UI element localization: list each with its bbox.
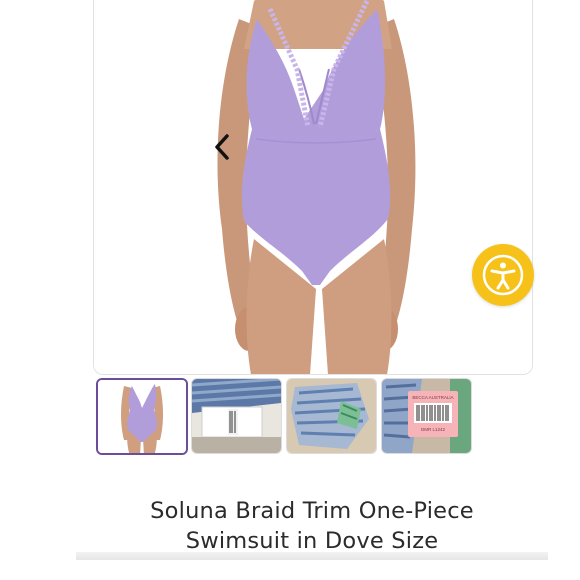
section-divider (76, 552, 548, 560)
thumbnail-strip: BECCA AUSTRALIA DMR L1242 (96, 378, 496, 456)
chevron-left-icon (215, 134, 229, 160)
product-page: BECCA AUSTRALIA DMR L1242 Soluna Braid T… (0, 0, 580, 580)
thumbnail-packaging-print[interactable] (286, 378, 377, 454)
product-title: Soluna Braid Trim One-Piece Swimsuit in … (110, 496, 514, 556)
barcode-tag-code: DMR L1242 (421, 427, 446, 432)
thumbnail-image (192, 379, 281, 453)
thumbnail-barcode-tag[interactable]: BECCA AUSTRALIA DMR L1242 (381, 378, 472, 454)
accessibility-button[interactable] (472, 244, 534, 306)
thumbnail-image: BECCA AUSTRALIA DMR L1242 (382, 379, 471, 453)
product-title-line-1: Soluna Braid Trim One-Piece (150, 498, 474, 524)
accessibility-icon (482, 254, 524, 296)
main-product-image[interactable] (93, 0, 533, 375)
thumbnail-tag-close-up[interactable] (191, 378, 282, 454)
thumbnail-image (287, 379, 376, 453)
thumbnail-swimsuit-front[interactable] (96, 378, 188, 455)
previous-image-button[interactable] (204, 129, 240, 165)
swimsuit-photo (94, 0, 532, 374)
barcode-tag-brand: BECCA AUSTRALIA (412, 395, 453, 400)
thumbnail-image (98, 380, 186, 453)
